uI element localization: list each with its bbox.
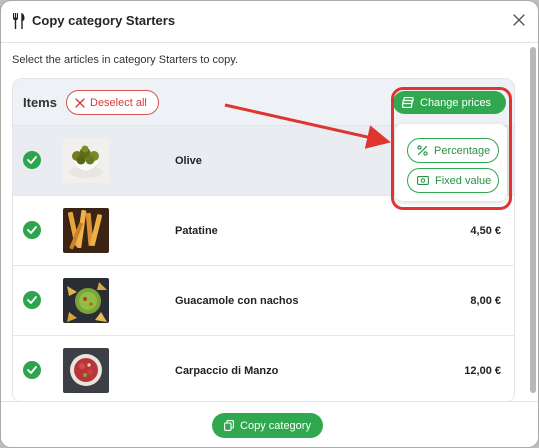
fries-thumbnail: [63, 208, 109, 253]
item-price: 8,00 €: [470, 295, 501, 307]
item-name: Guacamole con nachos: [175, 295, 299, 307]
x-icon: [75, 97, 85, 108]
fork-knife-icon: [13, 13, 25, 29]
money-stack-icon: [402, 97, 414, 108]
close-icon[interactable]: [512, 13, 526, 27]
list-item[interactable]: Guacamole con nachos 8,00 €: [13, 266, 514, 336]
list-item[interactable]: Patatine 4,50 €: [13, 196, 514, 266]
fixed-value-label: Fixed value: [435, 174, 492, 187]
item-name: Patatine: [175, 225, 218, 237]
percentage-option[interactable]: Percentage: [407, 138, 499, 163]
percent-icon: [417, 145, 428, 156]
check-icon[interactable]: [23, 291, 41, 309]
items-panel-header: Items Deselect all Change prices: [13, 79, 514, 126]
item-name: Olive: [175, 155, 202, 167]
check-icon[interactable]: [23, 151, 41, 169]
dialog-title: Copy category Starters: [32, 13, 176, 28]
copy-category-button[interactable]: Copy category: [212, 413, 323, 438]
copy-icon: [224, 420, 234, 431]
instruction-text: Select the articles in category Starters…: [12, 54, 239, 66]
list-item[interactable]: Carpaccio di Manzo 12,00 €: [13, 336, 514, 402]
copy-category-dialog: Copy category Starters Select the articl…: [1, 1, 538, 447]
carpaccio-thumbnail: [63, 348, 109, 393]
banknote-icon: [417, 176, 429, 185]
change-prices-menu: Percentage Fixed value: [395, 124, 507, 201]
olive-thumbnail: [63, 138, 109, 183]
deselect-all-button[interactable]: Deselect all: [66, 90, 159, 115]
change-prices-label: Change prices: [420, 96, 491, 109]
copy-category-label: Copy category: [240, 419, 311, 432]
fixed-value-option[interactable]: Fixed value: [407, 168, 499, 193]
dialog-header: Copy category Starters: [1, 1, 538, 43]
item-price: 12,00 €: [464, 365, 501, 377]
deselect-all-label: Deselect all: [90, 96, 147, 109]
change-prices-button[interactable]: Change prices: [393, 91, 506, 114]
percentage-label: Percentage: [434, 144, 491, 157]
check-icon[interactable]: [23, 361, 41, 379]
scrollbar-thumb[interactable]: [530, 47, 536, 393]
check-icon[interactable]: [23, 221, 41, 239]
dialog-footer: Copy category: [1, 401, 538, 447]
scrollbar[interactable]: [529, 43, 537, 401]
items-heading: Items: [23, 95, 57, 110]
guacamole-thumbnail: [63, 278, 109, 323]
item-name: Carpaccio di Manzo: [175, 365, 279, 377]
item-price: 4,50 €: [470, 225, 501, 237]
